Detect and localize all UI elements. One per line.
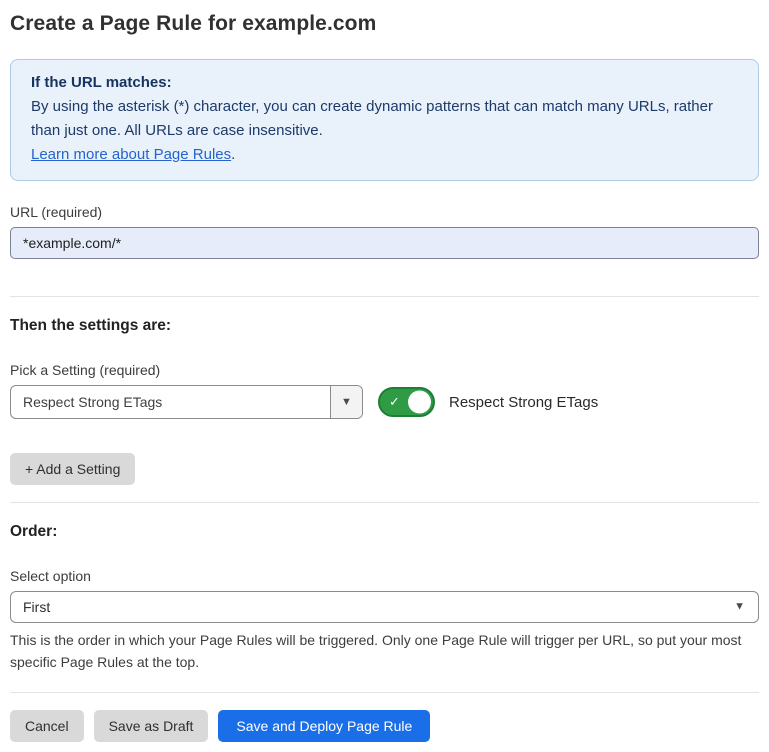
cancel-button[interactable]: Cancel [10, 710, 84, 742]
order-select-value: First [23, 599, 50, 615]
learn-more-link[interactable]: Learn more about Page Rules [31, 146, 231, 163]
footer-divider [10, 692, 759, 693]
setting-select[interactable]: Respect Strong ETags ▼ [10, 385, 363, 419]
info-callout-body: By using the asterisk (*) character, you… [31, 95, 731, 143]
setting-select-value: Respect Strong ETags [11, 386, 330, 418]
page-title: Create a Page Rule for example.com [10, 12, 759, 36]
section-divider [10, 502, 759, 503]
settings-section-heading: Then the settings are: [10, 317, 759, 335]
add-setting-button[interactable]: + Add a Setting [10, 453, 135, 485]
save-and-deploy-button[interactable]: Save and Deploy Page Rule [218, 710, 430, 742]
section-divider [10, 296, 759, 297]
url-input[interactable] [10, 227, 759, 259]
order-section-heading: Order: [10, 523, 759, 541]
save-as-draft-button[interactable]: Save as Draft [94, 710, 209, 742]
setting-select-arrow-button[interactable]: ▼ [330, 386, 362, 418]
create-page-rule-form: Create a Page Rule for example.com If th… [0, 0, 769, 752]
toggle-knob [408, 391, 431, 414]
setting-row: Respect Strong ETags ▼ ✓ Respect Strong … [10, 385, 759, 419]
form-actions: Cancel Save as Draft Save and Deploy Pag… [10, 710, 759, 742]
order-select[interactable]: First ▼ [10, 591, 759, 623]
link-suffix-period: . [231, 146, 235, 163]
url-match-info-callout: If the URL matches: By using the asteris… [10, 59, 759, 181]
chevron-down-icon: ▼ [341, 397, 352, 408]
order-help-text: This is the order in which your Page Rul… [10, 629, 750, 673]
url-field-label: URL (required) [10, 204, 759, 220]
order-select-label: Select option [10, 568, 759, 584]
setting-toggle[interactable]: ✓ [378, 387, 435, 417]
info-callout-heading: If the URL matches: [31, 71, 738, 95]
check-icon: ✓ [389, 394, 400, 410]
setting-toggle-label: Respect Strong ETags [449, 394, 598, 411]
chevron-down-icon: ▼ [734, 602, 745, 613]
setting-picker-label: Pick a Setting (required) [10, 362, 759, 378]
